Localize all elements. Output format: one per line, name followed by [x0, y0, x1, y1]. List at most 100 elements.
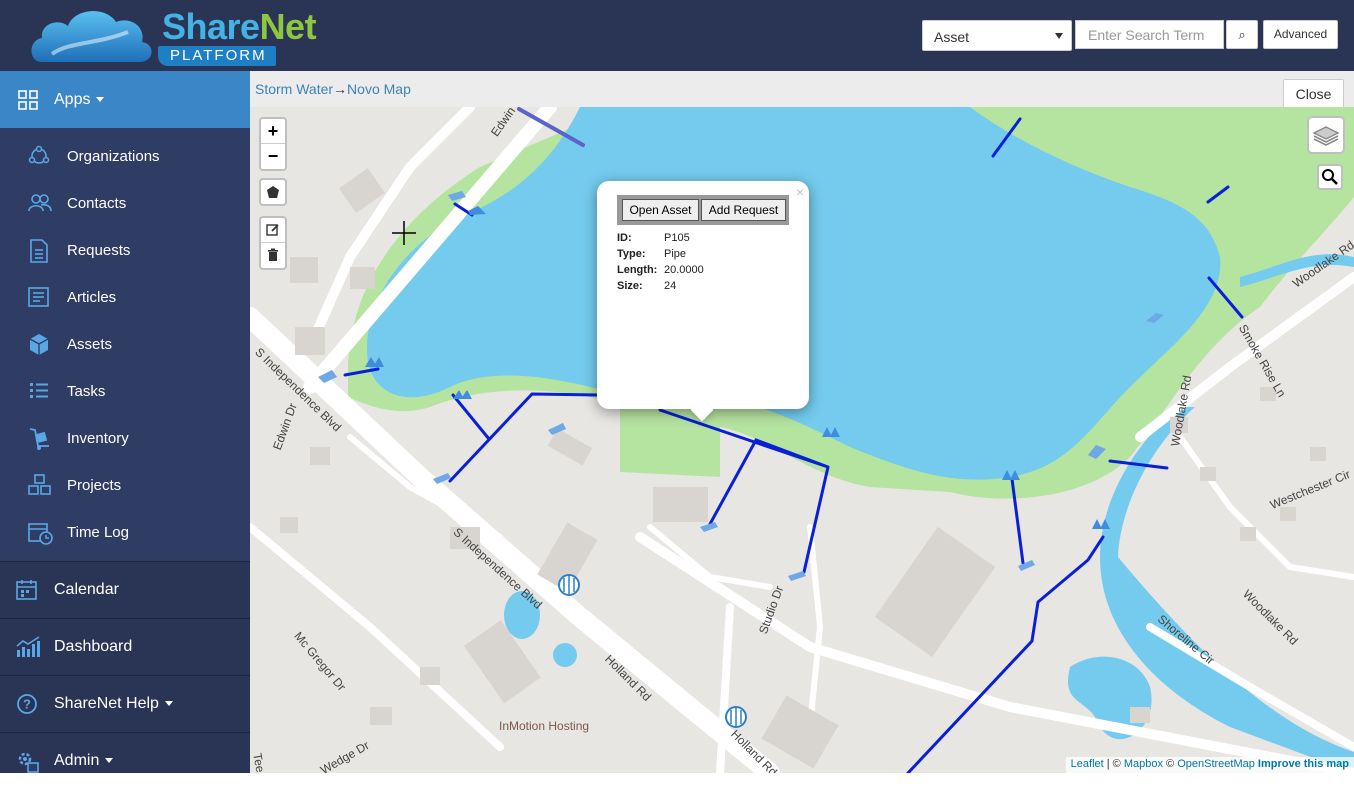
table-row: Size: 24: [617, 279, 708, 295]
magnifier-icon: [1322, 169, 1338, 185]
sidebar-item-label: Requests: [67, 242, 131, 259]
sidebar-item-label: ShareNet Help: [54, 695, 159, 712]
sidebar-item-admin[interactable]: Admin: [0, 732, 250, 788]
breadcrumb: Storm Water→Novo Map: [255, 81, 411, 97]
sidebar-item-label: Contacts: [67, 195, 127, 212]
edit-layers-button[interactable]: [261, 218, 285, 243]
zoom-out-button[interactable]: −: [261, 144, 285, 169]
sidebar-item-label: Assets: [67, 336, 113, 353]
sharenet-logo[interactable]: ShareNet PLATFORM: [28, 4, 318, 66]
sidebar-item-label: Dashboard: [54, 638, 133, 655]
openstreetmap-link[interactable]: OpenStreetMap: [1177, 758, 1255, 770]
field-value: 20.0000: [664, 264, 704, 276]
leaflet-link[interactable]: Leaflet: [1071, 758, 1104, 770]
search-type-select[interactable]: Asset: [922, 20, 1072, 51]
layers-control[interactable]: [1307, 116, 1345, 154]
search-input[interactable]: Enter Search Term: [1075, 20, 1224, 49]
add-request-button[interactable]: Add Request: [701, 199, 786, 221]
search-button[interactable]: ⌕: [1226, 20, 1258, 49]
sidebar-item-assets[interactable]: Assets: [0, 320, 250, 367]
attribution-separator: | ©: [1103, 758, 1124, 770]
dashboard-icon: [16, 636, 40, 657]
open-asset-button[interactable]: Open Asset: [622, 199, 699, 221]
sidebar-item-calendar[interactable]: Calendar: [0, 561, 250, 617]
sidebar-item-tasks[interactable]: Tasks: [0, 367, 250, 414]
close-button[interactable]: Close: [1283, 79, 1344, 109]
sidebar-item-articles[interactable]: Articles: [0, 273, 250, 320]
articles-icon: [28, 287, 49, 307]
trash-icon: [268, 248, 278, 261]
sidebar-item-label: Calendar: [54, 581, 119, 598]
draw-polygon-button[interactable]: [259, 178, 287, 206]
breadcrumb-link-storm-water[interactable]: Storm Water: [255, 81, 333, 97]
field-key: Type:: [617, 248, 646, 260]
sidebar-item-time-log[interactable]: Time Log: [0, 508, 250, 555]
breadcrumb-link-novo-map[interactable]: Novo Map: [347, 81, 411, 97]
app-header: ShareNet PLATFORM Asset Enter Search Ter…: [0, 0, 1354, 71]
sidebar-item-label: Time Log: [67, 524, 129, 541]
delete-layers-button[interactable]: [261, 243, 285, 268]
sidebar-item-apps[interactable]: Apps: [0, 71, 250, 128]
apps-grid-icon: [18, 90, 38, 110]
tasks-icon: [30, 383, 48, 398]
breadcrumb-separator: →: [333, 81, 348, 97]
chevron-down-icon: [164, 701, 173, 707]
sidebar-item-sharenet-help[interactable]: ? ShareNet Help: [0, 675, 250, 731]
projects-icon: [28, 474, 51, 495]
chevron-down-icon: [96, 97, 105, 103]
logo-text-platform: PLATFORM: [170, 47, 267, 64]
mapbox-link[interactable]: Mapbox: [1124, 758, 1163, 770]
sidebar-item-organizations[interactable]: Organizations: [0, 132, 250, 179]
sidebar-item-label: Projects: [67, 477, 122, 494]
attribution-separator: ©: [1162, 758, 1178, 770]
calendar-icon: [16, 580, 37, 600]
advanced-search-button[interactable]: Advanced: [1263, 20, 1338, 49]
inventory-icon: [29, 428, 49, 450]
sidebar-item-dashboard[interactable]: Dashboard: [0, 618, 250, 674]
field-key: ID:: [617, 232, 632, 244]
logo-text-share: Share: [162, 6, 260, 47]
improve-map-link[interactable]: Improve this map: [1255, 758, 1349, 770]
asset-details-table: ID: P105 Type: Pipe Length: 20.0000 Size: 24: [617, 231, 708, 295]
sidebar-item-label: Admin: [54, 752, 100, 769]
zoom-control: + −: [259, 117, 287, 171]
table-row: ID: P105: [617, 231, 708, 247]
sidebar: Apps Organizations Contacts Requests Art…: [0, 71, 250, 773]
popup-button-group: Open Asset Add Request: [617, 195, 789, 225]
field-value: 24: [664, 280, 677, 292]
admin-icon: [18, 752, 39, 773]
field-key: Size:: [617, 280, 643, 292]
assets-icon: [29, 334, 49, 355]
search-type-value: Asset: [934, 29, 970, 45]
sidebar-item-label: Apps: [54, 91, 91, 108]
contacts-icon: [28, 194, 52, 212]
poi-label: InMotion Hosting: [499, 719, 590, 733]
sidebar-item-requests[interactable]: Requests: [0, 226, 250, 273]
sidebar-item-label: Tasks: [67, 383, 106, 400]
table-row: Type: Pipe: [617, 247, 708, 263]
popup-close-button[interactable]: ×: [796, 184, 804, 200]
sidebar-item-label: Inventory: [67, 430, 129, 447]
breadcrumb-bar: Storm Water→Novo Map Close: [250, 71, 1354, 109]
sidebar-item-projects[interactable]: Projects: [0, 461, 250, 508]
map-search-button[interactable]: [1317, 164, 1343, 190]
time-log-icon: [28, 523, 53, 545]
search-icon: ⌕: [1238, 27, 1246, 42]
layers-icon: [1312, 126, 1340, 146]
map-attribution: Leaflet | © Mapbox © OpenStreetMap Impro…: [1065, 757, 1354, 773]
organizations-icon: [28, 145, 50, 164]
zoom-in-button[interactable]: +: [261, 119, 285, 144]
field-value: Pipe: [664, 248, 687, 260]
apps-submenu: Organizations Contacts Requests Articles…: [0, 128, 250, 561]
asset-popup: × Open Asset Add Request ID: P105 Type: Pi…: [597, 181, 809, 422]
cloud-logo-icon: [31, 11, 152, 62]
polygon-icon: [267, 186, 279, 198]
logo-text-net: Net: [259, 6, 317, 47]
sidebar-item-inventory[interactable]: Inventory: [0, 414, 250, 461]
field-key: Length:: [617, 264, 658, 276]
map-canvas[interactable]: Edwin Edwin Dr S Independence Blvd S Ind…: [250, 107, 1354, 773]
edit-toolbar: [259, 216, 287, 270]
edit-icon: [266, 224, 279, 236]
sidebar-item-label: Articles: [67, 289, 117, 306]
sidebar-item-contacts[interactable]: Contacts: [0, 179, 250, 226]
